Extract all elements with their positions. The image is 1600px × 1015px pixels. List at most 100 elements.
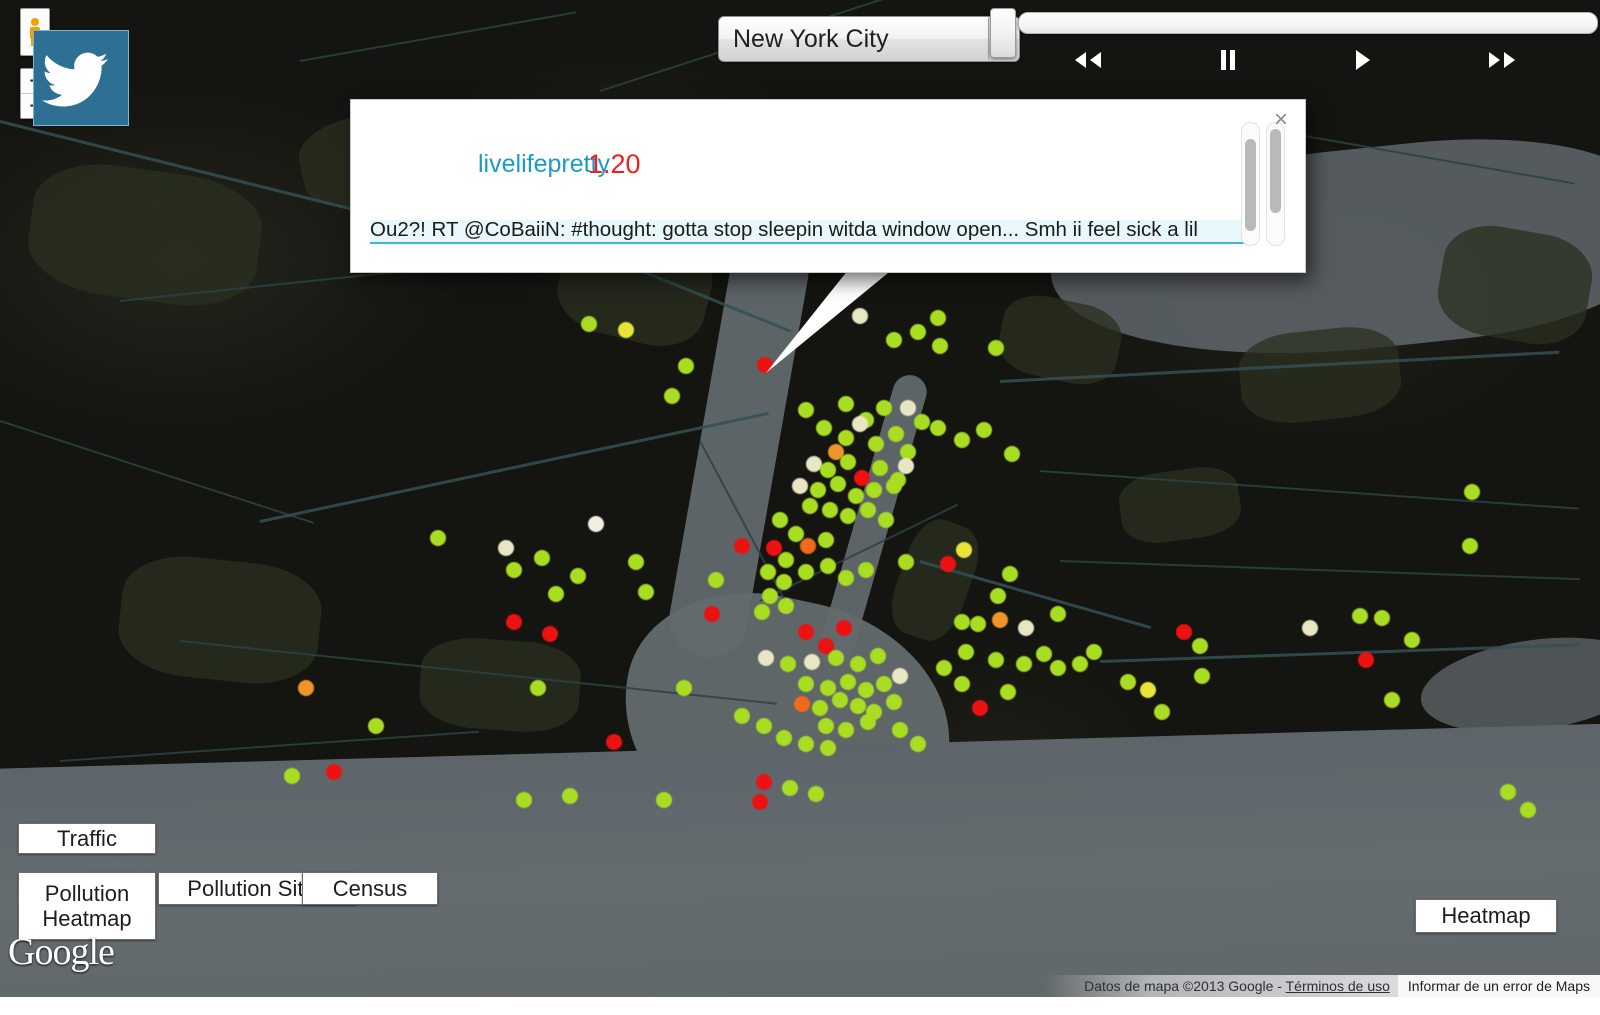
tweet-marker[interactable]: [562, 788, 578, 804]
tweet-marker[interactable]: [284, 768, 300, 784]
tweet-marker[interactable]: [990, 588, 1006, 604]
tweet-marker[interactable]: [1004, 446, 1020, 462]
tweet-marker[interactable]: [798, 676, 814, 692]
tweet-marker[interactable]: [1404, 632, 1420, 648]
tweet-marker[interactable]: [776, 730, 792, 746]
tweet-marker[interactable]: [838, 396, 854, 412]
tweet-marker[interactable]: [898, 554, 914, 570]
tweet-marker[interactable]: [756, 774, 772, 790]
tweet-marker[interactable]: [548, 586, 564, 602]
time-slider-handle[interactable]: [990, 8, 1016, 58]
tweet-marker[interactable]: [860, 714, 876, 730]
tweet-marker[interactable]: [776, 574, 792, 590]
tweet-marker[interactable]: [954, 676, 970, 692]
tweet-marker[interactable]: [1036, 646, 1052, 662]
tweet-marker[interactable]: [988, 652, 1004, 668]
tweet-scrollbar-right[interactable]: [1266, 122, 1285, 246]
tweet-marker[interactable]: [1120, 674, 1136, 690]
tweet-marker[interactable]: [1520, 802, 1536, 818]
tweet-info-window[interactable]: [350, 99, 1306, 273]
tweet-marker[interactable]: [1384, 692, 1400, 708]
tweet-marker[interactable]: [936, 660, 952, 676]
tweet-marker[interactable]: [836, 620, 852, 636]
tweet-marker[interactable]: [757, 357, 773, 373]
tweet-marker[interactable]: [840, 454, 856, 470]
tweet-marker[interactable]: [838, 722, 854, 738]
tweet-marker[interactable]: [818, 532, 834, 548]
tweet-marker[interactable]: [816, 420, 832, 436]
tweet-marker[interactable]: [804, 654, 820, 670]
tweet-marker[interactable]: [1500, 784, 1516, 800]
report-map-error-link[interactable]: Informar de un error de Maps: [1397, 975, 1600, 997]
tweet-marker[interactable]: [898, 458, 914, 474]
tweet-marker[interactable]: [840, 508, 856, 524]
tweet-marker[interactable]: [1050, 606, 1066, 622]
tweet-marker[interactable]: [858, 562, 874, 578]
tweet-marker[interactable]: [638, 584, 654, 600]
tweet-marker[interactable]: [1464, 484, 1480, 500]
tweet-marker[interactable]: [850, 656, 866, 672]
tweet-marker[interactable]: [900, 400, 916, 416]
tweet-marker[interactable]: [734, 708, 750, 724]
tweet-scrollbar-left-thumb[interactable]: [1245, 139, 1256, 231]
tweet-marker[interactable]: [956, 542, 972, 558]
tweet-marker[interactable]: [772, 512, 788, 528]
tweet-marker[interactable]: [798, 402, 814, 418]
pause-button[interactable]: [1208, 44, 1248, 76]
tweet-marker[interactable]: [840, 674, 856, 690]
tweet-marker[interactable]: [1016, 656, 1032, 672]
tweet-marker[interactable]: [1018, 620, 1034, 636]
tweet-marker[interactable]: [794, 696, 810, 712]
tweet-marker[interactable]: [1462, 538, 1478, 554]
tweet-marker[interactable]: [606, 734, 622, 750]
tweet-marker[interactable]: [932, 338, 948, 354]
tweet-marker[interactable]: [820, 740, 836, 756]
tweet-marker[interactable]: [930, 420, 946, 436]
tweet-marker[interactable]: [848, 488, 864, 504]
tweet-marker[interactable]: [930, 310, 946, 326]
tweet-marker[interactable]: [1154, 704, 1170, 720]
tweet-marker[interactable]: [704, 606, 720, 622]
tweet-marker[interactable]: [820, 462, 836, 478]
tweet-marker[interactable]: [798, 564, 814, 580]
tweet-marker[interactable]: [516, 792, 532, 808]
traffic-layer-button[interactable]: Traffic: [18, 823, 156, 854]
tweet-marker[interactable]: [1374, 610, 1390, 626]
tweet-marker[interactable]: [810, 482, 826, 498]
tweet-marker[interactable]: [872, 460, 888, 476]
tweet-marker[interactable]: [970, 616, 986, 632]
tweet-marker[interactable]: [588, 516, 604, 532]
tweet-marker[interactable]: [892, 668, 908, 684]
tweet-marker[interactable]: [798, 736, 814, 752]
tweet-marker[interactable]: [752, 794, 768, 810]
tweet-marker[interactable]: [802, 498, 818, 514]
tweet-marker[interactable]: [828, 650, 844, 666]
tweet-marker[interactable]: [664, 388, 680, 404]
rewind-button[interactable]: [1068, 44, 1108, 76]
tweet-marker[interactable]: [628, 554, 644, 570]
tweet-marker[interactable]: [832, 692, 848, 708]
tweet-marker[interactable]: [760, 564, 776, 580]
tweet-marker[interactable]: [676, 680, 692, 696]
tweet-marker[interactable]: [678, 358, 694, 374]
tweet-marker[interactable]: [876, 400, 892, 416]
tweet-marker[interactable]: [1050, 660, 1066, 676]
tweet-marker[interactable]: [870, 648, 886, 664]
tweet-marker[interactable]: [866, 482, 882, 498]
tweet-marker[interactable]: [778, 552, 794, 568]
tweet-marker[interactable]: [972, 700, 988, 716]
tweet-marker[interactable]: [754, 604, 770, 620]
tweet-marker[interactable]: [886, 332, 902, 348]
tweet-marker[interactable]: [506, 562, 522, 578]
tweet-marker[interactable]: [734, 538, 750, 554]
tweet-marker[interactable]: [778, 598, 794, 614]
tweet-marker[interactable]: [838, 570, 854, 586]
tweet-marker[interactable]: [581, 316, 597, 332]
tweet-marker[interactable]: [818, 718, 834, 734]
tweet-marker[interactable]: [988, 340, 1004, 356]
tweet-marker[interactable]: [1194, 668, 1210, 684]
tweet-marker[interactable]: [800, 538, 816, 554]
heatmap-toggle-button[interactable]: Heatmap: [1415, 899, 1557, 933]
tweet-marker[interactable]: [910, 736, 926, 752]
tweet-marker[interactable]: [758, 650, 774, 666]
